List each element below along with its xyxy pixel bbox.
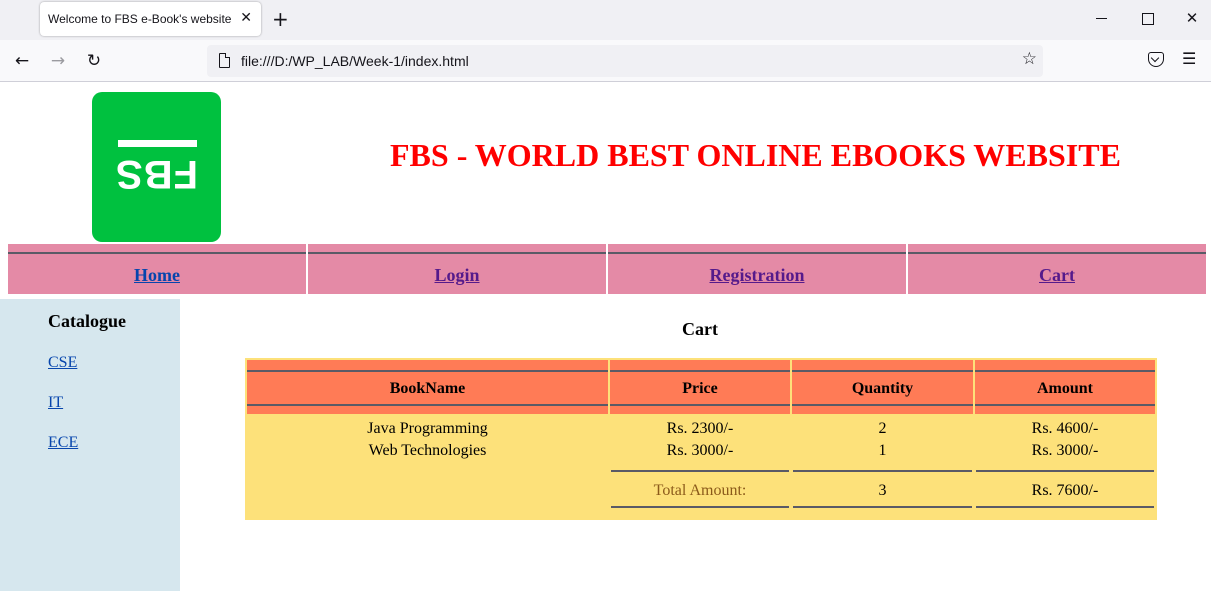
total-rule-top bbox=[793, 470, 972, 472]
maximize-window-icon[interactable] bbox=[1137, 8, 1157, 28]
fbs-logo: FBS bbox=[92, 92, 221, 242]
total-rule-bottom bbox=[793, 506, 972, 508]
browser-toolbar: ← → ↻ file:///D:/WP_LAB/Week-1/index.htm… bbox=[0, 40, 1211, 82]
column-header-amount: Amount bbox=[973, 358, 1157, 416]
logo-bar bbox=[118, 140, 197, 147]
cart-heading: Cart bbox=[682, 319, 718, 339]
column-header-bookname: BookName bbox=[245, 358, 610, 416]
address-bar[interactable]: file:///D:/WP_LAB/Week-1/index.html ☆ bbox=[207, 45, 1043, 77]
total-amount-label: Total Amount: bbox=[653, 482, 747, 499]
cell-amount: Rs. 4600/- bbox=[1031, 420, 1099, 437]
total-rule-top bbox=[976, 470, 1154, 472]
sidebar-title: Catalogue bbox=[48, 311, 126, 331]
browser-tab-bar: Welcome to FBS e-Book's website ✕ + ✕ bbox=[0, 0, 1211, 40]
minimize-window-icon[interactable] bbox=[1092, 8, 1112, 28]
hamburger-menu-icon[interactable]: ☰ bbox=[1182, 49, 1196, 68]
cell-price: Rs. 3000/- bbox=[666, 442, 734, 459]
cell-amount: Rs. 3000/- bbox=[1031, 442, 1099, 459]
pocket-icon[interactable] bbox=[1146, 50, 1164, 68]
new-tab-icon[interactable]: + bbox=[272, 8, 289, 30]
total-quantity: 3 bbox=[878, 482, 887, 499]
menu-link-login[interactable]: Login bbox=[308, 265, 606, 286]
cell-quantity: 2 bbox=[878, 420, 887, 437]
bookmark-star-icon[interactable]: ☆ bbox=[1022, 49, 1037, 69]
total-rule-bottom bbox=[611, 506, 789, 508]
cell-book-name: Java Programming bbox=[367, 420, 488, 437]
total-rule-bottom bbox=[976, 506, 1154, 508]
back-arrow-icon[interactable]: ← bbox=[10, 49, 34, 73]
menu-link-registration[interactable]: Registration bbox=[608, 265, 906, 286]
cell-quantity: 1 bbox=[878, 442, 887, 459]
menu-link-home[interactable]: Home bbox=[8, 265, 306, 286]
cell-price: Rs. 2300/- bbox=[666, 420, 734, 437]
forward-arrow-icon[interactable]: → bbox=[46, 49, 70, 73]
catalogue-sidebar: Catalogue CSE IT ECE bbox=[0, 299, 180, 591]
column-header-label: Amount bbox=[1036, 380, 1093, 397]
column-header-label: Quantity bbox=[851, 380, 914, 397]
page-icon bbox=[219, 53, 230, 68]
cart-table: BookName Price Quantity Amount Java Prog… bbox=[245, 358, 1157, 520]
column-header-price: Price bbox=[608, 358, 792, 416]
reload-icon[interactable]: ↻ bbox=[82, 49, 106, 73]
total-amount: Rs. 7600/- bbox=[1031, 482, 1099, 499]
sidebar-link-ece[interactable]: ECE bbox=[48, 434, 78, 452]
menu-cell-cart: Cart bbox=[908, 244, 1206, 294]
column-header-label: BookName bbox=[389, 380, 466, 397]
column-header-quantity: Quantity bbox=[790, 358, 975, 416]
menu-link-cart[interactable]: Cart bbox=[908, 265, 1206, 286]
close-window-icon[interactable]: ✕ bbox=[1182, 8, 1202, 28]
column-header-label: Price bbox=[682, 380, 718, 397]
total-rule-top bbox=[611, 470, 789, 472]
browser-tab[interactable]: Welcome to FBS e-Book's website ✕ bbox=[40, 2, 261, 36]
menu-cell-home: Home bbox=[8, 244, 306, 294]
close-tab-icon[interactable]: ✕ bbox=[240, 9, 252, 27]
site-title: FBS - WORLD BEST ONLINE EBOOKS WEBSITE bbox=[390, 137, 1121, 173]
menu-cell-registration: Registration bbox=[608, 244, 906, 294]
logo-text: FBS bbox=[115, 152, 198, 196]
tab-title: Welcome to FBS e-Book's website bbox=[48, 12, 232, 26]
sidebar-link-cse[interactable]: CSE bbox=[48, 354, 77, 372]
menu-cell-login: Login bbox=[308, 244, 606, 294]
cell-book-name: Web Technologies bbox=[368, 442, 487, 459]
sidebar-link-it[interactable]: IT bbox=[48, 394, 63, 412]
url-text[interactable]: file:///D:/WP_LAB/Week-1/index.html bbox=[241, 53, 469, 69]
